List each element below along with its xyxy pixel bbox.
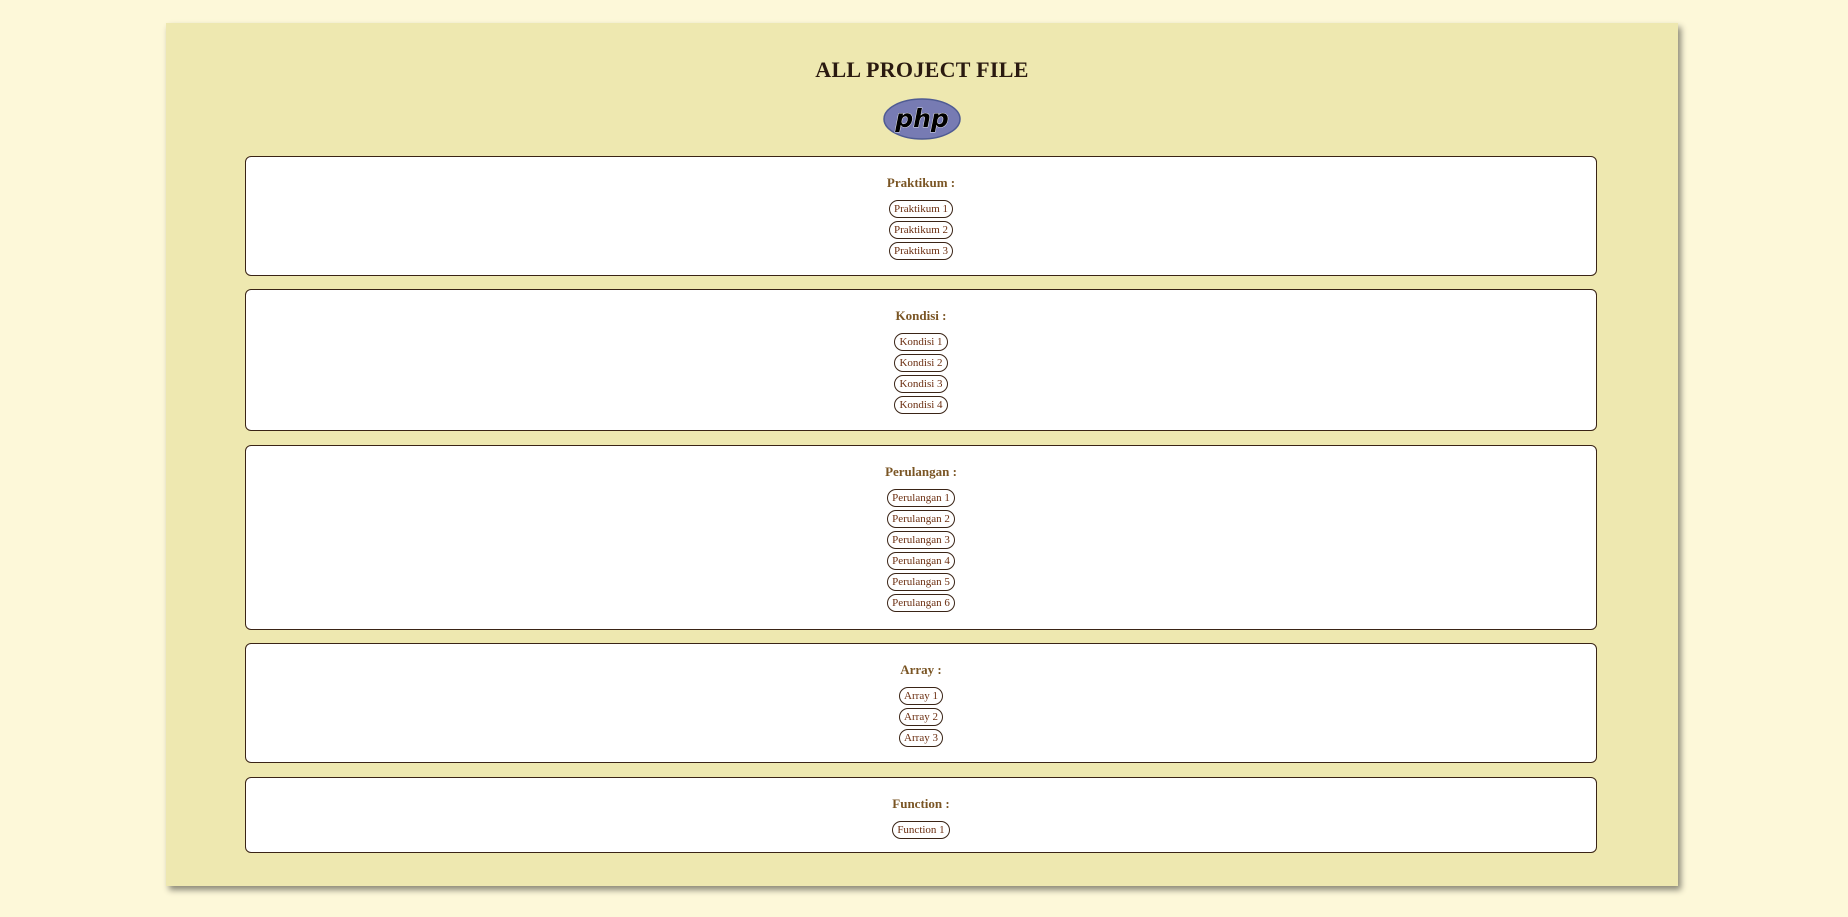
php-logo-text: php [894, 104, 949, 133]
section-perulangan: Perulangan : Perulangan 1 Perulangan 2 P… [245, 445, 1597, 630]
link-praktikum-3[interactable]: Praktikum 3 [888, 242, 954, 260]
link-list: Function 1 [246, 821, 1596, 839]
link-praktikum-2[interactable]: Praktikum 2 [888, 221, 954, 239]
link-list: Kondisi 1 Kondisi 2 Kondisi 3 Kondisi 4 [246, 333, 1596, 414]
link-kondisi-4[interactable]: Kondisi 4 [894, 396, 948, 414]
link-perulangan-4[interactable]: Perulangan 4 [887, 552, 955, 570]
section-title: Function : [892, 796, 950, 811]
section-title: Array : [900, 662, 942, 677]
section-title: Perulangan : [885, 464, 957, 479]
section-title: Kondisi : [895, 308, 947, 323]
section-title: Praktikum : [886, 175, 956, 190]
section-kondisi: Kondisi : Kondisi 1 Kondisi 2 Kondisi 3 … [245, 289, 1597, 431]
link-perulangan-5[interactable]: Perulangan 5 [887, 573, 955, 591]
section-function: Function : Function 1 [245, 777, 1597, 853]
main-container: ALL PROJECT FILE php Praktikum : Praktik… [166, 23, 1678, 886]
link-array-1[interactable]: Array 1 [899, 687, 943, 705]
link-perulangan-2[interactable]: Perulangan 2 [887, 510, 955, 528]
link-kondisi-1[interactable]: Kondisi 1 [894, 333, 948, 351]
section-praktikum: Praktikum : Praktikum 1 Praktikum 2 Prak… [245, 156, 1597, 276]
page-title: ALL PROJECT FILE [815, 57, 1029, 82]
link-array-3[interactable]: Array 3 [899, 729, 943, 747]
link-list: Praktikum 1 Praktikum 2 Praktikum 3 [246, 200, 1596, 260]
link-perulangan-6[interactable]: Perulangan 6 [887, 594, 955, 612]
link-list: Array 1 Array 2 Array 3 [246, 687, 1596, 747]
link-perulangan-3[interactable]: Perulangan 3 [887, 531, 955, 549]
php-logo: php [883, 98, 961, 140]
link-kondisi-3[interactable]: Kondisi 3 [894, 375, 948, 393]
link-kondisi-2[interactable]: Kondisi 2 [894, 354, 948, 372]
link-praktikum-1[interactable]: Praktikum 1 [888, 200, 954, 218]
link-function-1[interactable]: Function 1 [892, 821, 950, 839]
link-list: Perulangan 1 Perulangan 2 Perulangan 3 P… [246, 489, 1596, 612]
link-array-2[interactable]: Array 2 [899, 708, 943, 726]
link-perulangan-1[interactable]: Perulangan 1 [887, 489, 955, 507]
section-array: Array : Array 1 Array 2 Array 3 [245, 643, 1597, 763]
